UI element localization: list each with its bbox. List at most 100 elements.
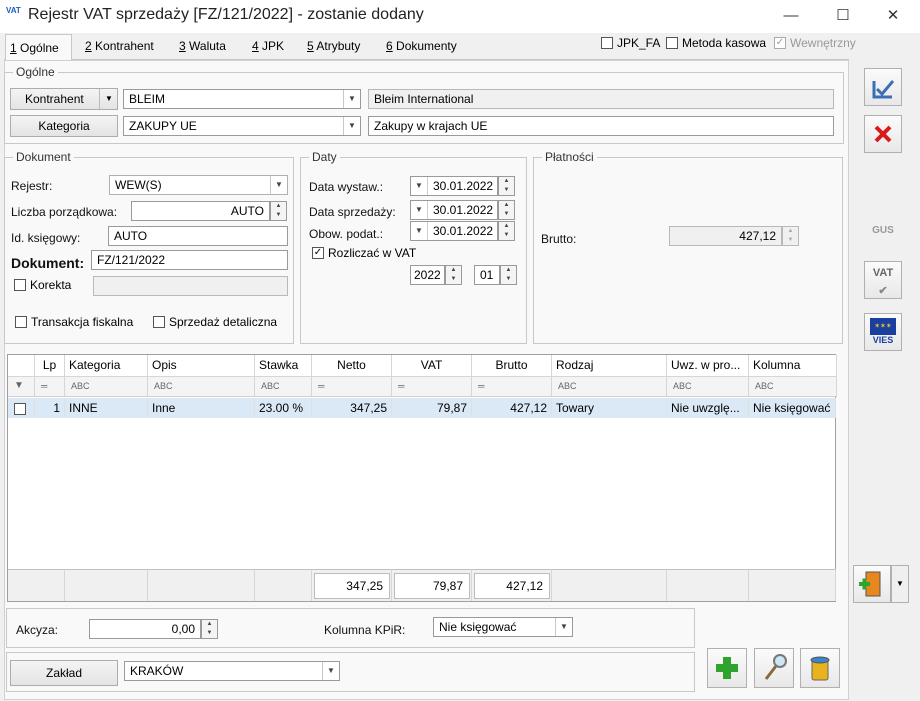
col-header-brutto[interactable]: Brutto <box>472 355 552 377</box>
sprzedaz-detaliczna-checkbox[interactable]: Sprzedaż detaliczna <box>153 315 277 329</box>
filter-opis[interactable]: ABC <box>148 377 255 397</box>
delete-item-button[interactable] <box>800 648 840 688</box>
kategoria-code-select[interactable]: ZAKUPY UE ▼ <box>123 116 361 136</box>
total-vat: 79,87 <box>394 573 470 599</box>
data-wystaw-field[interactable]: ▼ 30.01.2022 <box>410 176 498 196</box>
rok-spinner[interactable]: ▲ ▼ <box>445 265 462 285</box>
attachments-button[interactable] <box>853 565 891 603</box>
table-row-checkbox[interactable] <box>8 398 35 418</box>
field-value: 30.01.2022 <box>433 203 494 217</box>
col-header-stawka[interactable]: Stawka <box>255 355 312 377</box>
gus-button[interactable]: GUS <box>864 212 902 250</box>
filter-netto[interactable]: ═ <box>312 377 392 397</box>
data-sprzedazy-spinner[interactable]: ▲ ▼ <box>498 200 515 220</box>
col-header-rodzaj[interactable]: Rodzaj <box>552 355 667 377</box>
cell-rodzaj[interactable]: Towary <box>552 398 667 418</box>
cell-kolumna[interactable]: Nie księgować <box>749 398 836 418</box>
vat-verify-button[interactable]: VAT ✔ <box>864 261 902 299</box>
jpk-fa-checkbox[interactable]: JPK_FA <box>601 36 660 50</box>
col-header-vat[interactable]: VAT <box>392 355 472 377</box>
chevron-down-icon[interactable]: ▼ <box>322 662 339 680</box>
cell-stawka[interactable]: 23.00 % <box>255 398 312 418</box>
cell-lp[interactable]: 1 <box>35 398 65 418</box>
col-header-netto[interactable]: Netto <box>312 355 392 377</box>
dokument-label: Dokument: <box>11 255 85 271</box>
col-header-opis[interactable]: Opis <box>148 355 255 377</box>
close-window-button[interactable]: ✕ <box>870 4 916 28</box>
filter-stawka[interactable]: ABC <box>255 377 312 397</box>
kategoria-desc-field[interactable]: Zakupy w krajach UE <box>368 116 834 136</box>
akcyza-field[interactable]: 0,00 <box>89 619 201 639</box>
eu-flag-icon: ✶✶✶ <box>870 318 896 335</box>
cell-netto[interactable]: 347,25 <box>312 398 392 418</box>
filter-uwz[interactable]: ABC <box>667 377 749 397</box>
cell-kategoria[interactable]: INNE <box>65 398 148 418</box>
data-sprzedazy-field[interactable]: ▼ 30.01.2022 <box>410 200 498 220</box>
tab-ogolne[interactable]: 1 Ogólne <box>5 34 72 60</box>
kolumna-kpir-select[interactable]: Nie księgować ▼ <box>433 617 573 637</box>
miesiac-spinner[interactable]: ▲ ▼ <box>500 265 517 285</box>
filter-rodzaj[interactable]: ABC <box>552 377 667 397</box>
col-header-kategoria[interactable]: Kategoria <box>65 355 148 377</box>
checkmark-icon: ✔ <box>878 285 888 297</box>
col-header-uwz[interactable]: Uwz. w pro... <box>667 355 749 377</box>
total-cell-empty <box>667 569 749 601</box>
korekta-checkbox[interactable]: Korekta <box>14 278 71 292</box>
data-wystaw-spinner[interactable]: ▲ ▼ <box>498 176 515 196</box>
chevron-down-icon[interactable]: ▼ <box>343 117 360 135</box>
chevron-down-icon[interactable]: ▼ <box>555 618 572 636</box>
obow-podat-spinner[interactable]: ▲ ▼ <box>498 221 515 241</box>
checkbox-box <box>666 37 678 49</box>
filter-funnel-icon[interactable]: ▼ <box>8 377 35 397</box>
lp-spinner[interactable]: ▲ ▼ <box>270 201 287 221</box>
tab-atrybuty[interactable]: 5 Atrybuty <box>303 38 364 60</box>
edit-item-button[interactable] <box>754 648 794 688</box>
metoda-kasowa-checkbox[interactable]: Metoda kasowa <box>666 36 766 50</box>
minimize-button[interactable]: — <box>768 4 814 28</box>
transakcja-fiskalna-checkbox[interactable]: Transakcja fiskalna <box>15 315 133 329</box>
add-item-button[interactable] <box>707 648 747 688</box>
zaklad-button[interactable]: Zakład <box>10 660 118 686</box>
save-button[interactable] <box>864 68 902 106</box>
chevron-down-icon[interactable]: ▼ <box>411 222 428 240</box>
filter-vat[interactable]: ═ <box>392 377 472 397</box>
cell-uwz[interactable]: Nie uwzglę... <box>667 398 749 418</box>
field-value: Nie księgować <box>439 620 517 634</box>
chevron-down-icon[interactable]: ▼ <box>343 90 360 108</box>
maximize-button[interactable]: ☐ <box>820 4 866 28</box>
tab-dokumenty[interactable]: 6 Dokumenty <box>382 38 461 60</box>
rejestr-select[interactable]: WEW(S) ▼ <box>109 175 288 195</box>
kategoria-button[interactable]: Kategoria <box>10 115 118 137</box>
lp-field[interactable]: AUTO <box>131 201 270 221</box>
obow-podat-field[interactable]: ▼ 30.01.2022 <box>410 221 498 241</box>
tab-kontrahent[interactable]: 2 Kontrahent <box>81 38 158 60</box>
cell-opis[interactable]: Inne <box>148 398 255 418</box>
kontrahent-code-select[interactable]: BLEIM ▼ <box>123 89 361 109</box>
chevron-down-icon[interactable]: ▼ <box>411 177 428 195</box>
filter-kategoria[interactable]: ABC <box>65 377 148 397</box>
id-ksiegowy-field[interactable]: AUTO <box>108 226 288 246</box>
rozliczac-vat-checkbox[interactable]: ✓ Rozliczać w VAT <box>312 246 416 260</box>
zaklad-select[interactable]: KRAKÓW ▼ <box>124 661 340 681</box>
col-header-lp[interactable]: Lp <box>35 355 65 377</box>
col-header-kolumna[interactable]: Kolumna <box>749 355 837 377</box>
vies-button[interactable]: ✶✶✶ VIES <box>864 313 902 351</box>
tab-jpk[interactable]: 4 JPK <box>248 38 288 60</box>
cancel-button[interactable] <box>864 115 902 153</box>
tab-waluta[interactable]: 3 Waluta <box>175 38 230 60</box>
rok-field[interactable]: 2022 <box>410 265 445 285</box>
filter-kolumna[interactable]: ABC <box>749 377 837 397</box>
cell-vat[interactable]: 79,87 <box>392 398 472 418</box>
akcyza-spinner[interactable]: ▲ ▼ <box>201 619 218 639</box>
miesiac-field[interactable]: 01 <box>474 265 500 285</box>
akcyza-label: Akcyza: <box>16 623 59 637</box>
chevron-down-icon[interactable]: ▼ <box>411 201 428 219</box>
dokument-number-field[interactable]: FZ/121/2022 <box>91 250 288 270</box>
cell-brutto[interactable]: 427,12 <box>472 398 552 418</box>
chevron-down-icon[interactable]: ▼ <box>270 176 287 194</box>
tab-label: JPK <box>258 39 285 53</box>
filter-lp[interactable]: ═ <box>35 377 65 397</box>
filter-brutto[interactable]: ═ <box>472 377 552 397</box>
chevron-down-icon[interactable]: ▼ <box>891 565 909 603</box>
kontrahent-button[interactable]: Kontrahent ▼ <box>10 88 118 110</box>
